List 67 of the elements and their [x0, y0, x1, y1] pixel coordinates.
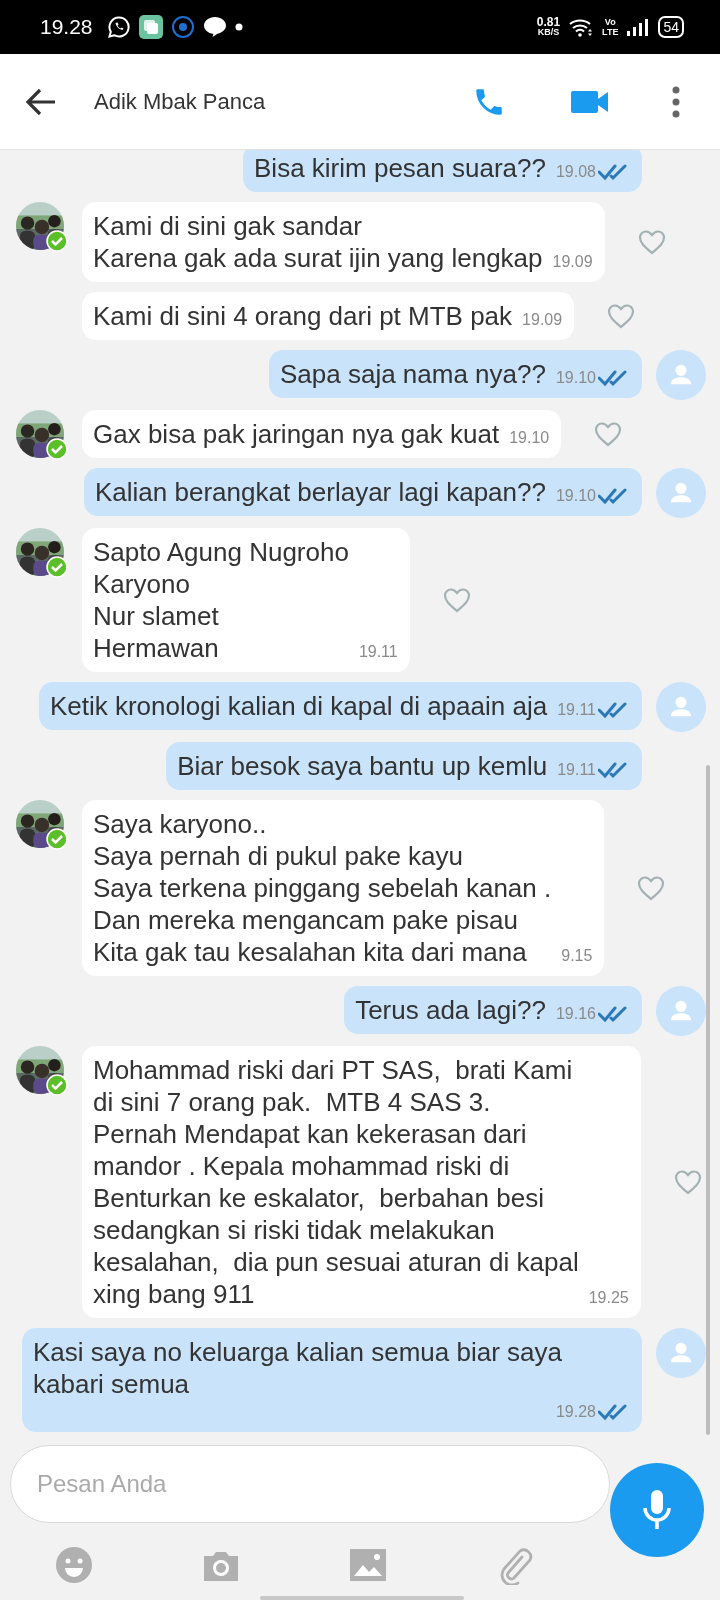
message-bubble[interactable]: Kasi saya no keluarga kalian semua biar saya kabari semua 19.28: [22, 1328, 642, 1432]
more-icon[interactable]: [672, 85, 680, 118]
message-time: 19.28: [555, 1404, 596, 1420]
message-text: Biar besok saya bantu up kemlu: [177, 750, 548, 782]
status-time: 19.28: [40, 15, 93, 39]
message-bubble[interactable]: Bisa kirim pesan suara?? 19.08: [243, 150, 642, 192]
message-time: 19.10: [509, 430, 550, 446]
message-bubble[interactable]: Terus ada lagi?? 19.16: [344, 986, 642, 1034]
message-time: 19.10: [555, 370, 596, 386]
message-text: Kasi saya no keluarga kalian semua biar saya kabari semua: [33, 1336, 562, 1400]
app-icon: [138, 15, 163, 39]
message-text: Bisa kirim pesan suara??: [254, 152, 546, 184]
chat-app-icon: [106, 15, 131, 39]
verified-badge-icon: [46, 230, 68, 252]
message-text: Ketik kronologi kalian di kapal di apaain aja: [49, 690, 548, 722]
heart-icon[interactable]: [636, 228, 667, 256]
message-bubble[interactable]: Sapa saja nama nya?? 19.10: [269, 350, 642, 398]
message-time: 19.25: [588, 1290, 629, 1306]
message-bubble[interactable]: Gax bisa pak jaringan nya gak kuat 19.10: [82, 410, 562, 458]
heart-icon[interactable]: [636, 874, 667, 902]
message-text: Kalian berangkat berlayar lagi kapan??: [94, 476, 546, 508]
message-bubble[interactable]: Ketik kronologi kalian di kapal di apaain aja 19.11: [38, 682, 642, 730]
network-speed: 0.81: [536, 17, 561, 27]
microphone-icon: [640, 1488, 674, 1532]
signal-icon: [626, 17, 651, 37]
message-bubble[interactable]: Kalian berangkat berlayar lagi kapan?? 19.10: [83, 468, 642, 516]
message-text: Terus ada lagi??: [355, 994, 546, 1026]
heart-icon[interactable]: [606, 302, 637, 330]
network-speed-unit: KB/S: [537, 27, 560, 37]
message-time: 19.11: [358, 644, 398, 660]
message-time: 19.11: [557, 702, 596, 718]
message-text: Mohammad riski dari PT SAS, brati Kami di sini 7 orang pak. MTB 4 SAS 3. Pernah Mendapat kan kekerasan dari mandor . Kepala mohammad riski di Benturkan ke eskalator, berbahan besi sedangkan si riski tidak melakukan kesalahan, dia pun sesuai aturan di kapal xing bang 911: [93, 1054, 579, 1310]
message-text: Saya karyono.. Saya pernah di pukul pake kayu Saya terkena pinggang sebelah kanan . Dan mereka mengancam pake pisau Kita gak tau kesalahan kita dari mana: [93, 808, 552, 968]
heart-icon[interactable]: [672, 1168, 703, 1196]
verified-badge-icon: [46, 1074, 68, 1096]
verified-badge-icon: [46, 556, 68, 578]
verified-badge-icon: [46, 828, 68, 850]
app-icon: [170, 15, 195, 39]
wifi-icon: [568, 17, 595, 37]
message-time: 19.09: [552, 254, 593, 270]
message-text: Kami di sini 4 orang dari pt MTB pak: [93, 300, 513, 332]
message-time: 9.15: [561, 948, 593, 964]
emoji-icon[interactable]: [53, 1544, 94, 1585]
message-text: Sapto Agung Nugroho Karyono Nur slamet Hermawan: [93, 536, 349, 664]
volte-label: LTE: [602, 27, 619, 37]
message-time: 19.10: [555, 488, 596, 504]
message-bubble[interactable]: Kami di sini gak sandar Karena gak ada surat ijin yang lengkap 19.09: [82, 202, 605, 282]
message-input-field[interactable]: Pesan Anda: [10, 1445, 610, 1523]
message-text: Kami di sini gak sandar Karena gak ada surat ijin yang lengkap: [93, 210, 543, 274]
message-time: 19.11: [557, 762, 596, 778]
message-bubble[interactable]: Saya karyono.. Saya pernah di pukul pake kayu Saya terkena pinggang sebelah kanan . Dan mereka mengancam pake pisau Kita gak tau kesalahan kita dari mana 9.15: [82, 800, 605, 976]
message-text: Gax bisa pak jaringan nya gak kuat: [93, 418, 500, 450]
message-bubble[interactable]: Sapto Agung Nugroho Karyono Nur slamet Hermawan 19.11: [82, 528, 410, 672]
heart-icon[interactable]: [593, 420, 624, 448]
message-text: Sapa saja nama nya??: [280, 358, 546, 390]
message-time: 19.08: [555, 164, 596, 180]
notification-dot-icon: [234, 23, 243, 31]
battery-level: 54: [663, 20, 679, 34]
message-bubble[interactable]: Biar besok saya bantu up kemlu 19.11: [166, 742, 642, 790]
message-time: 19.16: [555, 1006, 596, 1022]
heart-icon[interactable]: [441, 586, 472, 614]
message-bubble[interactable]: Kami di sini 4 orang dari pt MTB pak 19.09: [82, 292, 575, 340]
volte-label: Vo: [604, 17, 616, 27]
chat-bubble-icon: [202, 16, 227, 38]
contact-name: Adik Mbak Panca: [94, 88, 266, 115]
message-time: 19.09: [522, 312, 563, 328]
verified-badge-icon: [46, 438, 68, 460]
